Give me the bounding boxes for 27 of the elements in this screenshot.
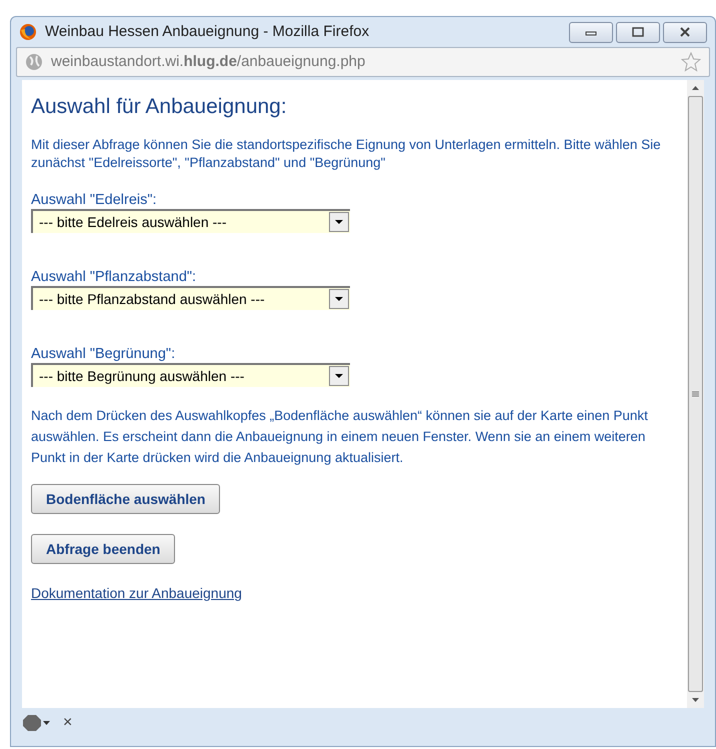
intro-text: Mit dieser Abfrage können Sie die standortspezifische Eignung von Unterlagen ermitteln. Bitte wählen Sie zunächst "Edelreissorte", "Pflanzabstand" und "Begrünung" <box>31 136 662 172</box>
select-label: Auswahl "Pflanzabstand": <box>31 268 198 286</box>
documentation-link[interactable]: Dokumentation zur Anbaueignung <box>31 584 242 602</box>
dropdown-field[interactable]: --- bitte Begrünung auswählen --- <box>31 363 350 387</box>
close-icon <box>679 27 691 37</box>
close-addon-bar[interactable]: × <box>63 711 72 735</box>
address-bar[interactable]: weinbaustandort.wi.hlug.de/anbaueignung.php <box>16 47 710 77</box>
url-text: weinbaustandort.wi.hlug.de/anbaueignung.php <box>51 52 366 72</box>
maximize-icon <box>632 27 644 37</box>
close-button[interactable] <box>663 22 707 42</box>
page-heading: Auswahl für Anbaueignung: <box>31 94 288 120</box>
action-button[interactable]: Abfrage beenden <box>31 534 176 564</box>
instructions-text: Nach dem Drücken des Auswahlkopfes „Bodenfläche auswählen“ können sie auf der Karte einen Punkt auswählen. Es erscheint dann die Anbaueignung in einem neuen Fenster. Wenn sie an einem weiteren Punkt in der Karte drücken wird die Anbaueignung aktualisiert. <box>31 407 649 467</box>
select-label: Auswahl "Edelreis": <box>31 191 158 209</box>
dropdown-field[interactable]: --- bitte Edelreis auswählen --- <box>31 209 350 233</box>
maximize-button[interactable] <box>616 22 660 42</box>
scrollbar[interactable] <box>687 80 704 708</box>
action-button[interactable]: Bodenfläche auswählen <box>31 484 220 514</box>
select-label: Auswahl "Begrünung": <box>31 345 176 363</box>
browser-logo-icon <box>19 23 37 41</box>
window-title: Weinbau Hessen Anbaueignung - Mozilla Firefox <box>45 22 370 42</box>
minimize-button[interactable] <box>569 22 613 42</box>
globe-icon <box>25 53 43 71</box>
grip-icon <box>692 391 699 397</box>
dropdown-field[interactable]: --- bitte Pflanzabstand auswählen --- <box>31 286 350 310</box>
adblock-icon[interactable] <box>23 714 51 732</box>
star-icon[interactable] <box>681 52 701 72</box>
